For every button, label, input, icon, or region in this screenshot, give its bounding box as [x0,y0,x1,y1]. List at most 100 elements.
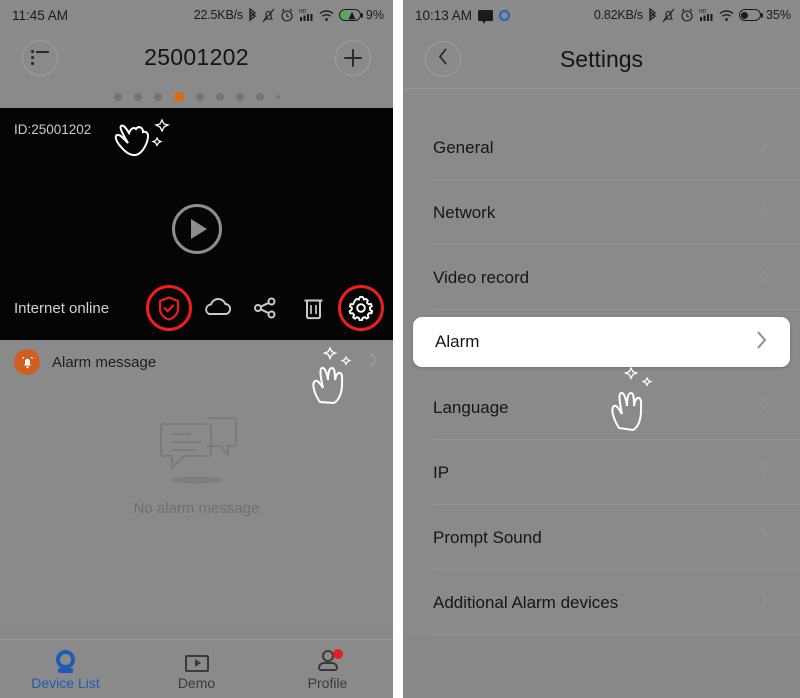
settings-row-alarm[interactable]: Alarm [413,317,790,367]
settings-label: Video record [433,267,530,287]
page-dot[interactable] [113,92,122,101]
chevron-right-icon [368,351,379,374]
alarm-bell-icon [14,349,40,375]
network-speed-text: 22.5KB/s [193,8,243,22]
chevron-right-icon [755,329,768,356]
play-circle-icon [190,219,207,239]
status-time-group: 10:13 AM [415,7,511,24]
notification-badge [332,648,343,659]
settings-label: Alarm [435,332,480,351]
page-dot-active[interactable] [173,91,184,102]
pointing-hand-cursor [114,118,170,157]
nav-label-device-list: Device List [31,674,100,691]
device-id-label: ID:25001202 [14,122,92,137]
chevron-right-icon [757,589,770,616]
hd-signal-icon: HD [299,8,314,22]
svg-text:HD: HD [299,9,307,15]
nav-item-profile[interactable]: Profile [262,648,393,691]
page-dot[interactable] [215,92,224,101]
nav-label-demo: Demo [177,674,216,691]
settings-row-language[interactable]: Language [403,375,800,440]
row-divider [433,634,800,635]
page-indicator[interactable] [0,85,393,108]
chevron-right-icon [757,134,770,161]
bluetooth-icon [648,7,657,23]
nav-label-profile: Profile [307,674,348,691]
circle-sync-icon [499,9,511,21]
play-button[interactable] [171,204,222,254]
nav-item-demo[interactable]: Demo [131,648,262,691]
camera-icon [55,648,77,673]
cloud-button[interactable] [203,294,231,322]
alarm-message-row[interactable]: Alarm message [0,340,393,384]
page-dot[interactable] [153,92,162,101]
add-device-button[interactable] [335,39,371,76]
wifi-icon [319,9,334,22]
bluetooth-icon [248,7,257,23]
settings-page-title: Settings [559,45,644,72]
alarm-message-label: Alarm message [52,353,157,371]
page-dot[interactable] [255,92,264,101]
settings-label: Network [433,202,496,222]
video-toolbar: Internet online [0,285,393,331]
settings-row-video-record[interactable]: Video record [403,245,800,310]
cloud-icon [205,298,231,315]
settings-row-ip[interactable]: IP [403,440,800,505]
chevron-right-icon [757,264,770,291]
page-title: 25001202 [144,44,249,70]
settings-label: Prompt Sound [433,527,542,547]
settings-button[interactable] [338,285,384,331]
mute-bell-icon [662,8,675,23]
page-dot[interactable] [235,92,244,101]
play-box-icon [184,648,209,672]
page-dot[interactable] [133,92,142,101]
hd-signal-icon: HD [699,8,714,22]
settings-row-prompt-sound[interactable]: Prompt Sound [403,505,800,570]
message-icon [478,9,494,24]
back-button[interactable] [425,41,461,77]
person-icon [317,648,343,672]
video-action-icons [146,285,384,331]
settings-row-network[interactable]: Network [403,180,800,245]
row-divider [433,309,800,310]
mute-bell-icon [262,8,275,23]
settings-list: General Network Video record Alarm Langu… [403,115,800,635]
settings-label: Language [433,397,509,417]
chevron-right-icon [757,394,770,421]
empty-state: No alarm message [0,384,393,626]
nav-item-device-list[interactable]: Device List [0,648,131,691]
settings-top-spacer [403,88,800,115]
settings-app-bar: Settings [403,30,800,88]
battery-percent-text: 9% [365,8,384,22]
settings-row-additional-alarm-devices[interactable]: Additional Alarm devices [403,570,800,635]
chevron-left-icon [437,47,449,71]
video-preview[interactable]: ID:25001202 Internet online [0,108,393,340]
status-icons-group: 22.5KB/s HD 9% [193,7,384,23]
chevron-right-icon [757,459,770,486]
screenshot-stage: 11:45 AM 22.5KB/s HD 9% 25001202 ID:2500… [0,0,800,698]
settings-row-general[interactable]: General [403,115,800,180]
left-app-bar: 25001202 [0,30,393,85]
page-dot-mini[interactable] [275,94,280,99]
page-dot[interactable] [195,92,204,101]
settings-label: Additional Alarm devices [433,592,619,612]
right-phone-screen: 10:13 AM 0.82KB/s HD 35% Settings Genera… [403,0,800,698]
chat-bubbles-icon [159,417,237,484]
status-icons-group: 0.82KB/s HD 35% [593,7,791,23]
network-speed-text: 0.82KB/s [593,8,643,22]
highlight-bottom-spacer [403,367,800,375]
share-button[interactable] [251,294,279,322]
delete-button[interactable] [299,294,327,322]
settings-label: General [433,137,494,157]
chevron-right-icon [757,524,770,551]
wifi-icon [719,9,734,22]
status-time: 10:13 AM [415,7,473,23]
list-menu-icon [31,50,49,65]
left-phone-screen: 11:45 AM 22.5KB/s HD 9% 25001202 ID:2500… [0,0,393,698]
trash-icon [304,299,322,320]
shield-check-button[interactable] [146,285,192,331]
svg-text:HD: HD [699,9,707,15]
chevron-right-icon [757,199,770,226]
connection-status-text: Internet online [14,299,110,317]
device-list-menu-button[interactable] [22,39,58,76]
